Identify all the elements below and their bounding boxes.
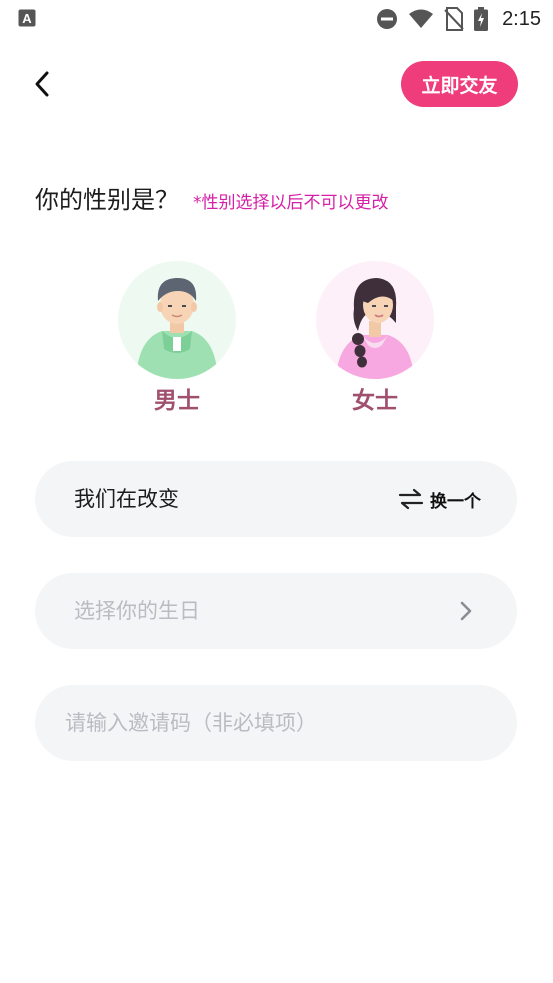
back-button[interactable] bbox=[24, 62, 60, 106]
status-icons: 2:15 bbox=[376, 0, 541, 38]
gender-option-male[interactable]: 男士 bbox=[117, 261, 237, 415]
dnd-icon bbox=[377, 9, 398, 29]
male-avatar bbox=[118, 261, 236, 379]
no-sim-icon bbox=[444, 7, 464, 31]
invite-code-input[interactable] bbox=[65, 685, 485, 761]
svg-text:A: A bbox=[22, 11, 32, 26]
birthday-field[interactable]: 选择你的生日 bbox=[35, 573, 517, 649]
gender-title-row: 你的性别是？ *性别选择以后不可以更改 bbox=[35, 180, 389, 215]
nickname-value: 我们在改变 bbox=[74, 487, 179, 511]
female-avatar bbox=[316, 261, 434, 379]
gender-question: 你的性别是？ bbox=[35, 186, 179, 214]
gender-label-female: 女士 bbox=[352, 388, 398, 414]
birthday-placeholder: 选择你的生日 bbox=[74, 599, 200, 623]
invite-code-field bbox=[35, 685, 517, 761]
male-avatar-icon bbox=[118, 261, 236, 379]
swap-nickname-button[interactable]: 换一个 bbox=[398, 461, 481, 537]
swap-label: 换一个 bbox=[430, 491, 481, 512]
gender-label-male: 男士 bbox=[154, 388, 200, 414]
battery-charging-icon bbox=[474, 7, 489, 31]
wifi-icon bbox=[409, 9, 434, 28]
chevron-right-icon bbox=[460, 601, 472, 621]
status-time: 2:15 bbox=[502, 7, 541, 30]
swap-arrows-icon bbox=[398, 488, 424, 510]
gender-note: *性别选择以后不可以更改 bbox=[193, 193, 389, 213]
make-friends-button[interactable]: 立即交友 bbox=[401, 61, 518, 107]
status-bar: A 2:15 bbox=[0, 0, 553, 38]
nickname-field[interactable]: 我们在改变 换一个 bbox=[35, 461, 517, 537]
a-app-icon: A bbox=[18, 9, 36, 27]
back-arrow-icon bbox=[35, 71, 49, 97]
female-avatar-icon bbox=[316, 261, 434, 379]
gender-option-female[interactable]: 女士 bbox=[315, 261, 435, 415]
